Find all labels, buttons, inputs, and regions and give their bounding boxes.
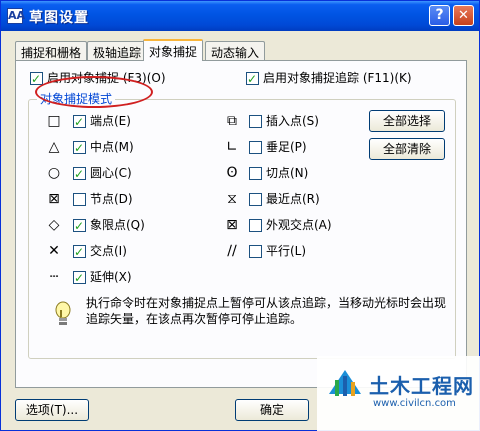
tab-dynamic-input[interactable]: 动态输入 bbox=[205, 41, 266, 60]
apparent-intersection-checkbox[interactable] bbox=[249, 219, 262, 232]
endpoint-label: 端点(E) bbox=[90, 114, 131, 128]
apparent-intersection-marker-icon: ⊠ bbox=[226, 217, 238, 233]
title-bar: AA 草图设置 ? ✕ bbox=[1, 1, 479, 31]
snap-tangent[interactable]: 切点(N) bbox=[249, 164, 308, 182]
snap-quadrant[interactable]: 象限点(Q) bbox=[73, 216, 145, 235]
nearest-marker-icon: ⧖ bbox=[227, 191, 237, 207]
tab-object-snap[interactable]: 对象捕捉 bbox=[143, 39, 204, 61]
osnap-on-checkbox[interactable] bbox=[30, 70, 43, 88]
node-label: 节点(D) bbox=[90, 192, 133, 206]
tangent-marker-icon: ʘ bbox=[226, 165, 238, 181]
snap-parallel[interactable]: 平行(L) bbox=[249, 242, 306, 260]
snap-midpoint[interactable]: 中点(M) bbox=[73, 138, 134, 157]
tab-polar-tracking[interactable]: 极轴追踪 bbox=[87, 41, 148, 60]
help-button[interactable]: ? bbox=[429, 5, 450, 26]
snap-perpendicular[interactable]: 垂足(P) bbox=[249, 138, 307, 156]
lightbulb-icon bbox=[55, 301, 71, 325]
intersection-label: 交点(I) bbox=[90, 244, 127, 258]
osnap-tracking-checkbox[interactable] bbox=[246, 70, 259, 88]
tab-snap-grid[interactable]: 捕捉和栅格 bbox=[15, 41, 88, 60]
site-logo-icon bbox=[329, 370, 361, 396]
drafting-settings-dialog: AA 草图设置 ? ✕ 捕捉和栅格 极轴追踪 对象捕捉 动态输入 启用对象捕捉 … bbox=[0, 0, 480, 431]
extension-label: 延伸(X) bbox=[90, 270, 132, 284]
osnap-tracking-toggle[interactable]: 启用对象捕捉追踪 (F11)(K) bbox=[246, 69, 412, 88]
snap-nearest[interactable]: 最近点(R) bbox=[249, 190, 320, 208]
snap-endpoint[interactable]: 端点(E) bbox=[73, 112, 131, 131]
app-icon: AA bbox=[7, 8, 26, 24]
insertion-checkbox[interactable] bbox=[249, 115, 262, 128]
ok-button[interactable]: 确定 bbox=[235, 399, 309, 421]
midpoint-marker-icon: △ bbox=[48, 139, 60, 155]
intersection-checkbox[interactable] bbox=[73, 243, 86, 261]
osnap-tracking-label: 启用对象捕捉追踪 (F11)(K) bbox=[263, 71, 412, 85]
tracking-hint-text: 执行命令时在对象捕捉点上暂停可从该点追踪，当移动光标时会出现追踪矢量，在该点再次… bbox=[86, 296, 447, 326]
clear-all-button[interactable]: 全部清除 bbox=[369, 138, 445, 160]
snap-center[interactable]: 圆心(C) bbox=[73, 164, 132, 183]
insertion-label: 插入点(S) bbox=[266, 114, 319, 128]
window-title: 草图设置 bbox=[29, 10, 89, 26]
node-marker-icon: ⊠ bbox=[48, 191, 60, 207]
tangent-checkbox[interactable] bbox=[249, 167, 262, 180]
select-all-button[interactable]: 全部选择 bbox=[369, 110, 445, 132]
quadrant-label: 象限点(Q) bbox=[90, 218, 145, 232]
site-name: 土木工程网 bbox=[369, 374, 474, 398]
object-snap-panel: 启用对象捕捉 (F3)(O) 启用对象捕捉追踪 (F11)(K) 对象捕捉模式 … bbox=[15, 60, 467, 388]
extension-marker-icon: ┄ bbox=[49, 269, 59, 285]
perpendicular-label: 垂足(P) bbox=[266, 140, 307, 154]
tangent-label: 切点(N) bbox=[266, 166, 309, 180]
perpendicular-marker-icon: ∟ bbox=[226, 139, 238, 155]
quadrant-checkbox[interactable] bbox=[73, 217, 86, 235]
snap-modes-title: 对象捕捉模式 bbox=[37, 92, 116, 106]
snap-apparent-intersection[interactable]: 外观交点(A) bbox=[249, 216, 332, 234]
node-checkbox[interactable] bbox=[73, 193, 86, 206]
center-label: 圆心(C) bbox=[90, 166, 132, 180]
nearest-checkbox[interactable] bbox=[249, 193, 262, 206]
snap-extension[interactable]: 延伸(X) bbox=[73, 268, 132, 287]
quadrant-marker-icon: ◇ bbox=[48, 217, 60, 233]
extension-checkbox[interactable] bbox=[73, 269, 86, 287]
center-marker-icon: ○ bbox=[47, 165, 61, 181]
snap-insertion[interactable]: 插入点(S) bbox=[249, 112, 319, 130]
center-checkbox[interactable] bbox=[73, 165, 86, 183]
insertion-marker-icon: ⧉ bbox=[227, 113, 237, 129]
options-button[interactable]: 选项(T)... bbox=[15, 399, 89, 421]
midpoint-label: 中点(M) bbox=[90, 140, 134, 154]
osnap-on-label: 启用对象捕捉 (F3)(O) bbox=[47, 71, 166, 85]
midpoint-checkbox[interactable] bbox=[73, 139, 86, 157]
parallel-checkbox[interactable] bbox=[249, 245, 262, 258]
osnap-on-toggle[interactable]: 启用对象捕捉 (F3)(O) bbox=[30, 69, 166, 88]
parallel-marker-icon: ∕∕ bbox=[227, 243, 237, 259]
intersection-marker-icon: ✕ bbox=[48, 243, 60, 259]
site-watermark: 土木工程网 www.civilcn.com bbox=[317, 356, 480, 431]
site-url: www.civilcn.com bbox=[373, 398, 456, 409]
nearest-label: 最近点(R) bbox=[266, 192, 320, 206]
snap-node[interactable]: 节点(D) bbox=[73, 190, 133, 208]
endpoint-marker-icon: □ bbox=[47, 113, 61, 129]
parallel-label: 平行(L) bbox=[266, 244, 307, 258]
perpendicular-checkbox[interactable] bbox=[249, 141, 262, 154]
snap-intersection[interactable]: 交点(I) bbox=[73, 242, 127, 261]
endpoint-checkbox[interactable] bbox=[73, 113, 86, 131]
close-button[interactable]: ✕ bbox=[453, 5, 474, 26]
apparent-intersection-label: 外观交点(A) bbox=[266, 218, 332, 232]
